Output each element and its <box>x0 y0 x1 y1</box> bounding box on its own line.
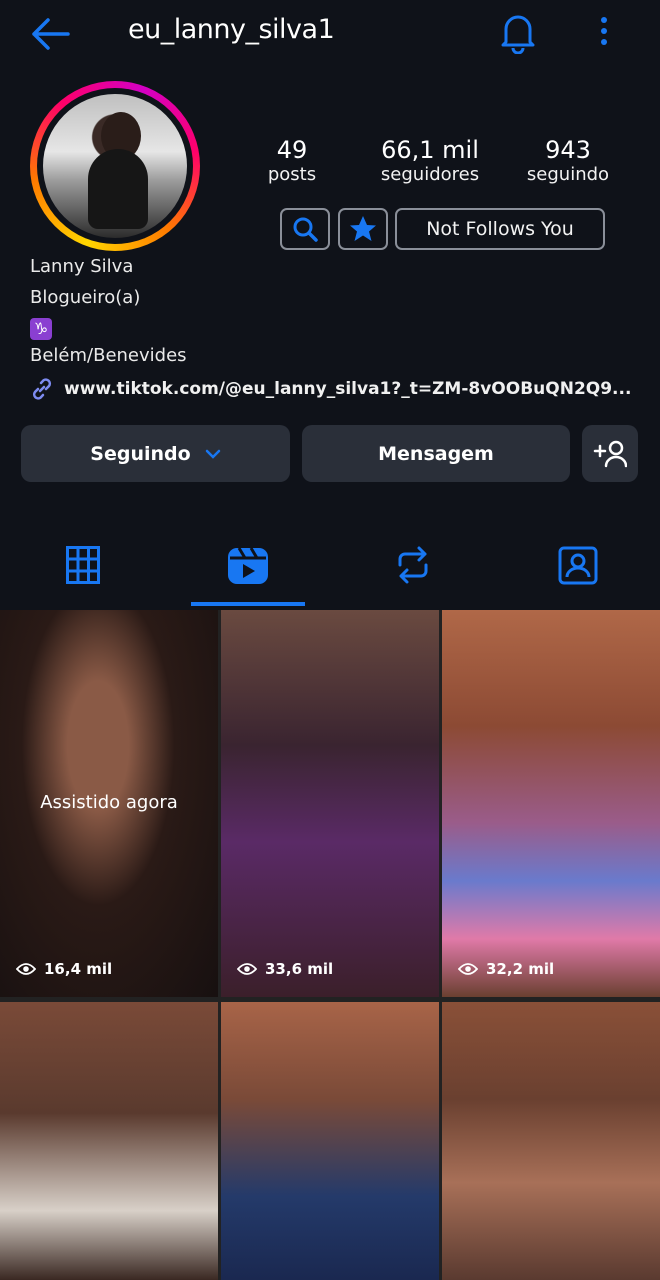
reel-thumbnail[interactable]: 33,6 mil <box>221 610 439 997</box>
tab-tagged[interactable] <box>548 540 608 590</box>
view-count: 33,6 mil <box>237 960 333 978</box>
profile-username: eu_lanny_silva1 <box>128 14 335 45</box>
add-user-icon <box>593 440 627 467</box>
top-bar: eu_lanny_silva1 <box>0 0 660 64</box>
followers-count[interactable]: 66,1 mil seguidores <box>366 136 494 186</box>
eye-icon <box>16 963 36 975</box>
view-count: 32,2 mil <box>458 960 554 978</box>
more-options-icon[interactable] <box>592 14 616 50</box>
link-text[interactable]: www.tiktok.com/@eu_lanny_silva1?_t=ZM-8v… <box>64 379 631 399</box>
view-count: 16,4 mil <box>16 960 112 978</box>
star-icon <box>350 216 376 241</box>
favorite-button[interactable] <box>338 208 388 250</box>
profile-name: Lanny Silva <box>30 256 134 277</box>
profile-link[interactable]: www.tiktok.com/@eu_lanny_silva1?_t=ZM-8v… <box>30 375 631 403</box>
repost-icon <box>398 546 428 584</box>
tagged-user-icon <box>558 546 598 585</box>
tab-reels[interactable] <box>218 540 278 590</box>
reels-icon <box>228 547 268 584</box>
suggested-users-button[interactable] <box>582 425 638 482</box>
search-icon <box>293 217 318 242</box>
reel-thumbnail[interactable] <box>221 1002 439 1280</box>
reel-thumbnail[interactable]: 32,2 mil <box>442 610 660 997</box>
watched-now-label: Assistido agora <box>40 792 178 813</box>
message-button[interactable]: Mensagem <box>302 425 570 482</box>
reel-thumbnail[interactable]: Assistido agora 16,4 mil <box>0 610 218 997</box>
tab-posts-grid[interactable] <box>53 540 113 590</box>
notification-bell-icon[interactable] <box>498 10 538 54</box>
eye-icon <box>458 963 478 975</box>
profile-category: Blogueiro(a) <box>30 287 141 308</box>
tab-reposts[interactable] <box>383 540 443 590</box>
reel-thumbnail[interactable] <box>0 1002 218 1280</box>
profile-avatar[interactable] <box>30 81 200 251</box>
capricorn-emoji: ♑ <box>30 318 52 340</box>
chevron-down-icon <box>205 449 220 459</box>
reel-thumbnail[interactable] <box>442 1002 660 1280</box>
profile-location: Belém/Benevides <box>30 345 187 366</box>
grid-icon <box>66 546 100 584</box>
posts-count[interactable]: 49 posts <box>256 136 328 186</box>
search-profile-button[interactable] <box>280 208 330 250</box>
active-tab-indicator <box>191 602 305 606</box>
reels-grid: Assistido agora 16,4 mil 33,6 mil 32,2 m… <box>0 610 660 1280</box>
following-dropdown-button[interactable]: Seguindo <box>21 425 290 482</box>
back-arrow-icon[interactable] <box>28 14 72 54</box>
eye-icon <box>237 963 257 975</box>
follow-status-button[interactable]: Not Follows You <box>395 208 605 250</box>
following-count[interactable]: 943 seguindo <box>520 136 616 186</box>
link-icon <box>33 378 51 400</box>
avatar-photo <box>43 94 187 238</box>
